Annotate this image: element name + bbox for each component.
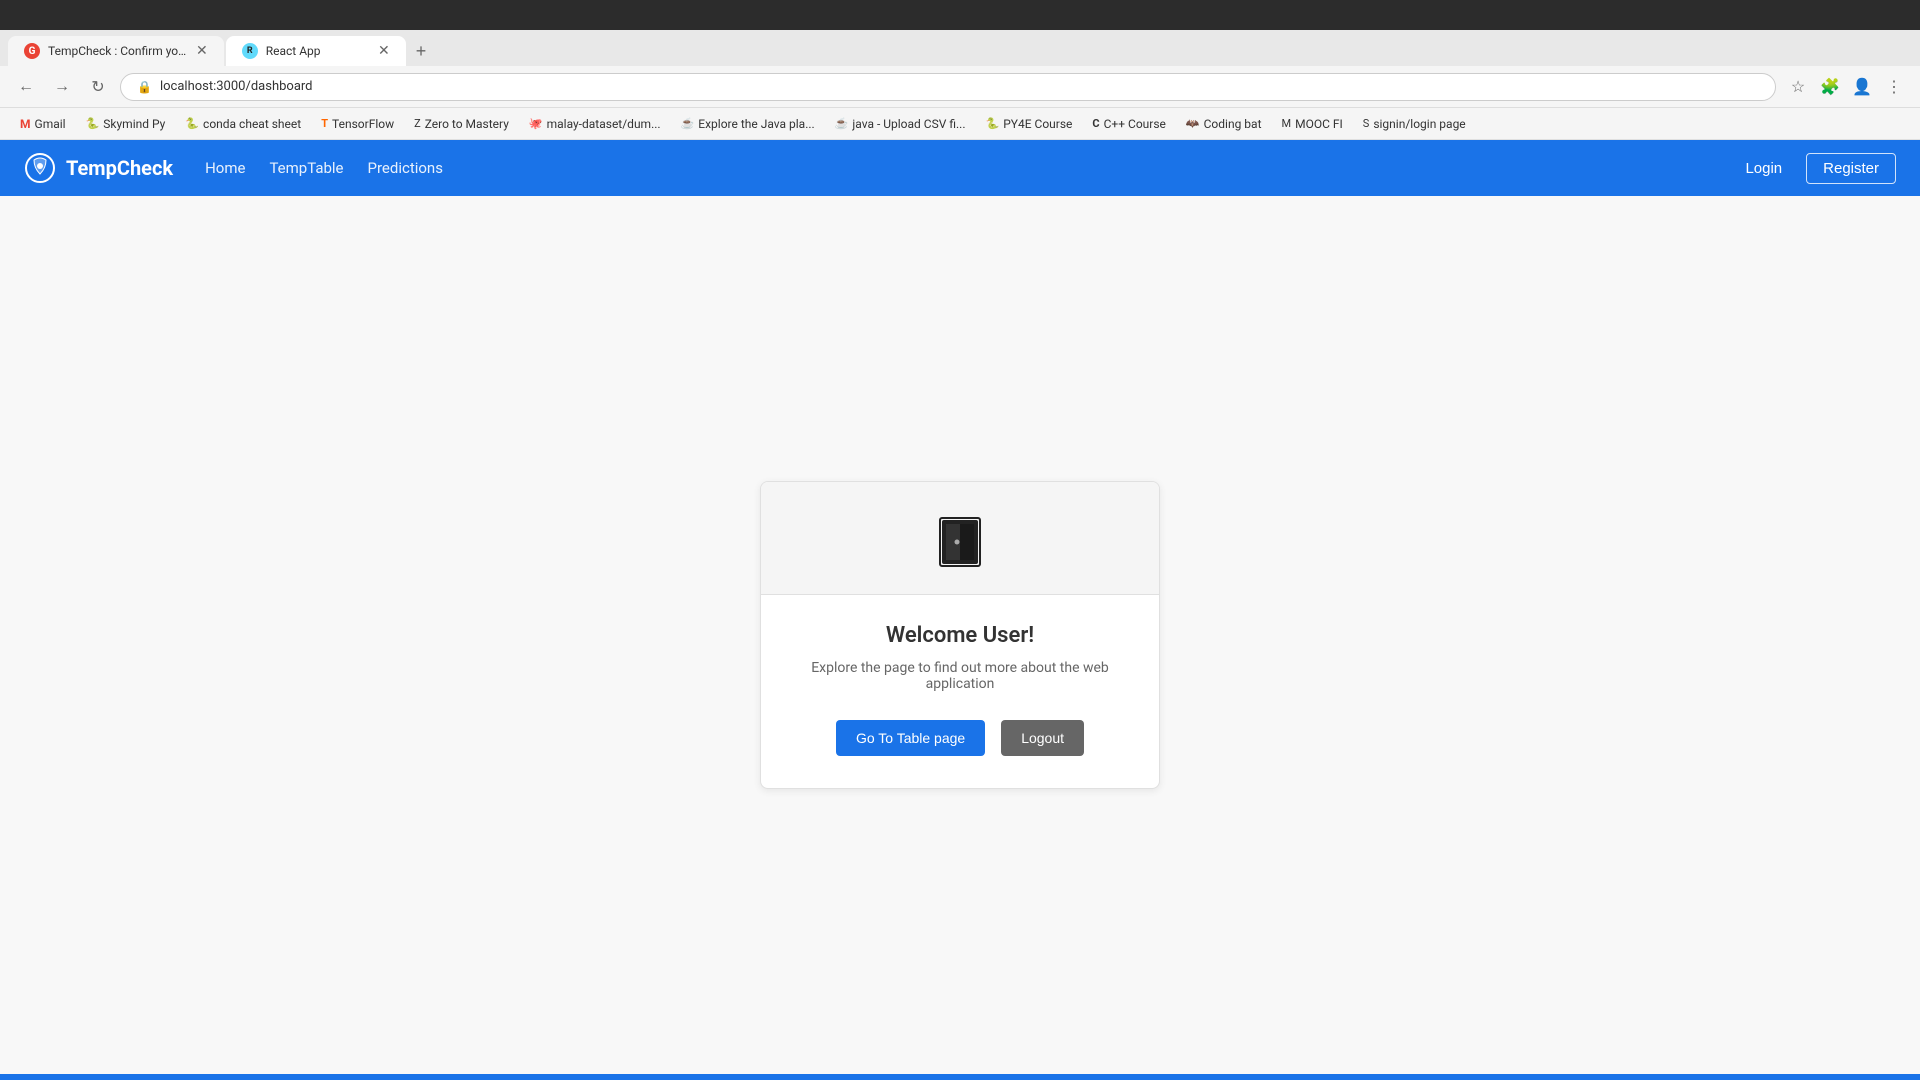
door-icon [932, 514, 988, 570]
new-tab-button[interactable]: + [408, 36, 435, 66]
bookmark-malay-label: malay-dataset/dum... [547, 117, 661, 131]
card-body: Welcome User! Explore the page to find o… [761, 595, 1159, 788]
extension-button[interactable]: 🧩 [1816, 73, 1844, 101]
malay-icon: 🐙 [529, 117, 543, 130]
address-bar[interactable]: 🔒 localhost:3000/dashboard [120, 73, 1776, 101]
browser-chrome [0, 0, 1920, 30]
bookmark-button[interactable]: ☆ [1784, 73, 1812, 101]
zerotomastery-icon: Z [414, 117, 421, 130]
bookmark-py4e-label: PY4E Course [1003, 117, 1072, 131]
card-actions: Go To Table page Logout [793, 720, 1127, 756]
tensorflow-icon: T [321, 117, 328, 130]
bookmark-codingbat[interactable]: 🦇 Coding bat [1178, 114, 1270, 134]
signin-icon: S [1363, 117, 1370, 130]
address-text: localhost:3000/dashboard [160, 79, 313, 94]
tab-tempcheck-icon: G [24, 43, 40, 59]
nav-links: Home TempTable Predictions [205, 155, 1697, 181]
card-top [761, 482, 1159, 595]
tab-react-label: React App [266, 44, 321, 58]
bookmark-cpp-label: C++ Course [1104, 117, 1166, 131]
tab-tempcheck-label: TempCheck : Confirm your emai... [48, 44, 188, 58]
java-upload-icon: ☕ [835, 117, 849, 130]
bookmark-py4e[interactable]: 🐍 PY4E Course [978, 114, 1081, 134]
brand-icon [24, 152, 56, 184]
bookmark-signin-label: signin/login page [1373, 117, 1465, 131]
register-button[interactable]: Register [1806, 153, 1896, 184]
bookmark-cpp[interactable]: C C++ Course [1084, 114, 1174, 134]
conda-icon: 🐍 [185, 117, 199, 130]
bookmarks-bar: M Gmail 🐍 Skymind Py 🐍 conda cheat sheet… [0, 108, 1920, 140]
bookmark-zerotomastery[interactable]: Z Zero to Mastery [406, 114, 517, 134]
bookmark-codingbat-label: Coding bat [1204, 117, 1262, 131]
welcome-title: Welcome User! [793, 623, 1127, 648]
bookmark-gmail-label: Gmail [35, 117, 66, 131]
bookmark-moocfi[interactable]: M MOOC FI [1274, 114, 1351, 134]
goto-table-button[interactable]: Go To Table page [836, 720, 985, 756]
forward-button[interactable]: → [48, 73, 76, 101]
bookmark-tensorflow-label: TensorFlow [332, 117, 394, 131]
navbar-brand[interactable]: TempCheck [24, 152, 173, 184]
codingbat-icon: 🦇 [1186, 117, 1200, 130]
bookmark-tensorflow[interactable]: T TensorFlow [313, 114, 402, 134]
bookmark-java-upload-label: java - Upload CSV fi... [852, 117, 965, 131]
reload-button[interactable]: ↻ [84, 73, 112, 101]
bottom-bar [0, 1074, 1920, 1080]
browser-toolbar: ← → ↻ 🔒 localhost:3000/dashboard ☆ 🧩 👤 ⋮ [0, 66, 1920, 108]
tab-bar: G TempCheck : Confirm your emai... ✕ R R… [0, 30, 1920, 66]
nav-temptable[interactable]: TempTable [269, 155, 343, 181]
lock-icon: 🔒 [137, 80, 152, 94]
welcome-desc: Explore the page to find out more about … [793, 660, 1127, 692]
toolbar-right: ☆ 🧩 👤 ⋮ [1784, 73, 1908, 101]
logout-button[interactable]: Logout [1001, 720, 1084, 756]
tab-react[interactable]: R React App ✕ [226, 36, 406, 66]
welcome-card: Welcome User! Explore the page to find o… [760, 481, 1160, 789]
py4e-icon: 🐍 [986, 117, 1000, 130]
bookmark-java-upload[interactable]: ☕ java - Upload CSV fi... [827, 114, 974, 134]
nav-predictions[interactable]: Predictions [368, 155, 443, 181]
app-wrapper: TempCheck Home TempTable Predictions Log… [0, 140, 1920, 1080]
tab-react-close[interactable]: ✕ [378, 43, 390, 59]
login-button[interactable]: Login [1729, 154, 1798, 183]
profile-button[interactable]: 👤 [1848, 73, 1876, 101]
navbar: TempCheck Home TempTable Predictions Log… [0, 140, 1920, 196]
bookmark-malay[interactable]: 🐙 malay-dataset/dum... [521, 114, 669, 134]
cpp-icon: C [1092, 117, 1099, 130]
main-content: Welcome User! Explore the page to find o… [0, 196, 1920, 1074]
nav-actions: Login Register [1729, 153, 1896, 184]
skymindpy-icon: 🐍 [86, 117, 100, 130]
java-explore-icon: ☕ [681, 117, 695, 130]
tab-tempcheck[interactable]: G TempCheck : Confirm your emai... ✕ [8, 36, 224, 66]
gmail-icon: M [20, 117, 31, 131]
nav-home[interactable]: Home [205, 155, 245, 181]
bookmark-conda[interactable]: 🐍 conda cheat sheet [177, 114, 309, 134]
bookmark-gmail[interactable]: M Gmail [12, 114, 74, 134]
bookmark-conda-label: conda cheat sheet [203, 117, 301, 131]
brand-name: TempCheck [66, 156, 173, 180]
back-button[interactable]: ← [12, 73, 40, 101]
bookmark-signin[interactable]: S signin/login page [1355, 114, 1474, 134]
moocfi-icon: M [1282, 117, 1292, 130]
tab-react-icon: R [242, 43, 258, 59]
bookmark-java-explore[interactable]: ☕ Explore the Java pla... [673, 114, 823, 134]
bookmark-skymindpy[interactable]: 🐍 Skymind Py [78, 114, 174, 134]
bookmark-zerotomastery-label: Zero to Mastery [425, 117, 509, 131]
menu-button[interactable]: ⋮ [1880, 73, 1908, 101]
bookmark-java-explore-label: Explore the Java pla... [698, 117, 814, 131]
bookmark-moocfi-label: MOOC FI [1295, 117, 1343, 131]
tab-tempcheck-close[interactable]: ✕ [196, 43, 208, 59]
bookmark-skymindpy-label: Skymind Py [103, 117, 165, 131]
